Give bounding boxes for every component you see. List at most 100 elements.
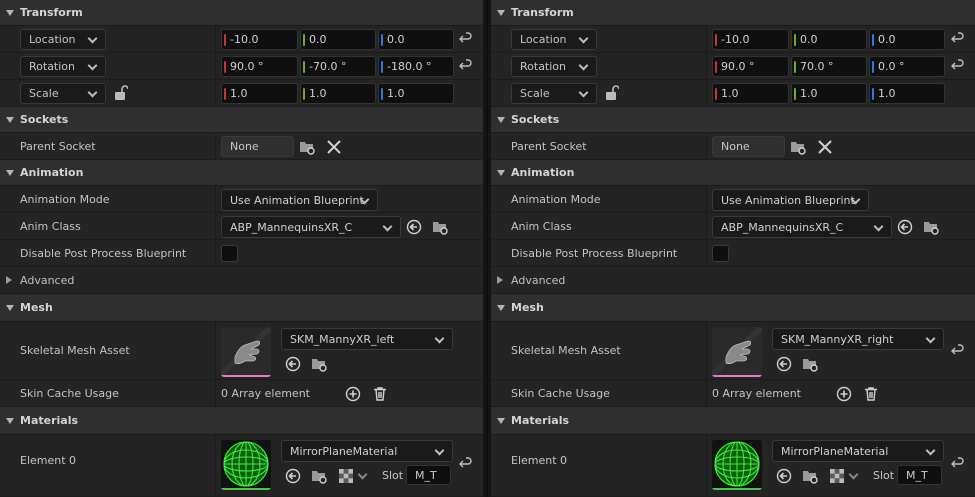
- rotation-y-field[interactable]: 70.0 °: [791, 56, 867, 77]
- property-label: Animation Mode: [20, 192, 110, 206]
- texture-checker-icon[interactable]: [338, 468, 354, 484]
- reset-to-default-icon[interactable]: [459, 59, 473, 73]
- scale-mode-dropdown[interactable]: Scale: [511, 83, 597, 104]
- parent-socket-value[interactable]: None: [221, 136, 294, 157]
- scale-z-field[interactable]: 1.0: [378, 83, 454, 104]
- use-selected-icon[interactable]: [406, 219, 422, 235]
- chevron-down-icon: [578, 60, 589, 71]
- property-row-disable-post-process: Disable Post Process Blueprint: [0, 240, 483, 267]
- browse-folder-icon[interactable]: [432, 219, 448, 235]
- material-thumbnail[interactable]: [221, 440, 271, 490]
- property-label: Element 0: [20, 453, 77, 467]
- advanced-expander[interactable]: Advanced: [0, 267, 483, 294]
- rotation-z-field[interactable]: -180.0 °: [378, 56, 454, 77]
- disable-post-process-checkbox[interactable]: [712, 245, 729, 262]
- slot-name-field[interactable]: M_T: [406, 465, 451, 485]
- animation-mode-dropdown[interactable]: Use Animation Blueprint: [221, 189, 378, 211]
- use-selected-icon[interactable]: [285, 356, 301, 372]
- disable-post-process-checkbox[interactable]: [221, 245, 238, 262]
- anim-class-dropdown[interactable]: ABP_MannequinsXR_C: [221, 216, 401, 238]
- location-x-field[interactable]: -10.0: [221, 29, 298, 50]
- location-mode-dropdown[interactable]: Location: [511, 29, 597, 50]
- reset-to-default-icon[interactable]: [951, 457, 965, 471]
- material-thumbnail[interactable]: [712, 440, 762, 490]
- location-y-field[interactable]: 0.0: [300, 29, 376, 50]
- unlock-icon[interactable]: [114, 85, 128, 101]
- rotation-mode-dropdown[interactable]: Rotation: [511, 56, 597, 77]
- location-z-field[interactable]: 0.0: [378, 29, 454, 50]
- section-header-materials[interactable]: Materials: [0, 407, 483, 435]
- mesh-thumbnail[interactable]: [712, 327, 762, 377]
- add-element-icon[interactable]: [345, 386, 361, 402]
- section-header-transform[interactable]: Transform: [491, 0, 975, 26]
- anim-class-dropdown[interactable]: ABP_MannequinsXR_C: [712, 216, 892, 238]
- section-header-materials[interactable]: Materials: [491, 407, 975, 435]
- section-header-mesh[interactable]: Mesh: [491, 294, 975, 322]
- material-dropdown[interactable]: MirrorPlaneMaterial: [772, 440, 944, 462]
- section-header-animation[interactable]: Animation: [0, 160, 483, 186]
- clear-icon[interactable]: [326, 139, 342, 155]
- scale-mode-dropdown[interactable]: Scale: [20, 83, 106, 104]
- scale-z-field[interactable]: 1.0: [869, 83, 945, 104]
- chevron-down-icon[interactable]: [848, 469, 859, 480]
- reset-to-default-icon[interactable]: [951, 32, 965, 46]
- reset-to-default-icon[interactable]: [951, 344, 965, 358]
- browse-folder-icon[interactable]: [311, 468, 327, 484]
- location-x-field[interactable]: -10.0: [712, 29, 789, 50]
- property-row-rotation: Rotation 90.0 ° -70.0 ° -180.0 °: [0, 53, 483, 80]
- delete-icon[interactable]: [863, 386, 879, 402]
- field-value: -10.0: [721, 33, 750, 46]
- browse-folder-icon[interactable]: [311, 356, 327, 372]
- scale-x-field[interactable]: 1.0: [712, 83, 789, 104]
- browse-folder-icon[interactable]: [790, 139, 806, 155]
- property-row-scale: Scale 1.0 1.0 1.0: [491, 80, 975, 107]
- reset-to-default-icon[interactable]: [459, 32, 473, 46]
- slot-name-field[interactable]: M_T: [897, 465, 942, 485]
- animation-mode-dropdown[interactable]: Use Animation Blueprint: [712, 189, 869, 211]
- reset-to-default-icon[interactable]: [459, 457, 473, 471]
- skeletal-mesh-dropdown[interactable]: SKM_MannyXR_left: [281, 328, 453, 350]
- location-y-field[interactable]: 0.0: [791, 29, 867, 50]
- panel-splitter[interactable]: [483, 0, 491, 497]
- use-selected-icon[interactable]: [776, 356, 792, 372]
- material-dropdown[interactable]: MirrorPlaneMaterial: [281, 440, 453, 462]
- unlock-icon[interactable]: [605, 85, 619, 101]
- rotation-z-field[interactable]: 0.0 °: [869, 56, 945, 77]
- section-header-transform[interactable]: Transform: [0, 0, 483, 26]
- rotation-mode-dropdown[interactable]: Rotation: [20, 56, 106, 77]
- section-header-sockets[interactable]: Sockets: [491, 107, 975, 133]
- slot-label: Slot: [873, 469, 895, 482]
- use-selected-icon[interactable]: [776, 468, 792, 484]
- mesh-thumbnail[interactable]: [221, 327, 271, 377]
- location-z-field[interactable]: 0.0: [869, 29, 945, 50]
- clear-icon[interactable]: [817, 139, 833, 155]
- reset-to-default-icon[interactable]: [951, 59, 965, 73]
- rotation-y-field[interactable]: -70.0 °: [300, 56, 376, 77]
- scale-x-field[interactable]: 1.0: [221, 83, 298, 104]
- rotation-x-field[interactable]: 90.0 °: [712, 56, 789, 77]
- delete-icon[interactable]: [372, 386, 388, 402]
- browse-folder-icon[interactable]: [299, 139, 315, 155]
- property-label: Skeletal Mesh Asset: [20, 344, 130, 357]
- scale-y-field[interactable]: 1.0: [300, 83, 376, 104]
- section-header-animation[interactable]: Animation: [491, 160, 975, 186]
- browse-folder-icon[interactable]: [802, 468, 818, 484]
- section-header-mesh[interactable]: Mesh: [0, 294, 483, 322]
- advanced-expander[interactable]: Advanced: [491, 267, 975, 294]
- rotation-x-field[interactable]: 90.0 °: [221, 56, 298, 77]
- skeletal-mesh-dropdown[interactable]: SKM_MannyXR_right: [772, 328, 944, 350]
- field-value: None: [230, 140, 259, 153]
- texture-checker-icon[interactable]: [829, 468, 845, 484]
- browse-folder-icon[interactable]: [923, 219, 939, 235]
- scale-y-field[interactable]: 1.0: [791, 83, 867, 104]
- use-selected-icon[interactable]: [285, 468, 301, 484]
- property-row-rotation: Rotation 90.0 ° 70.0 ° 0.0 °: [491, 53, 975, 80]
- use-selected-icon[interactable]: [897, 219, 913, 235]
- add-element-icon[interactable]: [836, 386, 852, 402]
- browse-folder-icon[interactable]: [802, 356, 818, 372]
- location-mode-dropdown[interactable]: Location: [20, 29, 106, 50]
- parent-socket-value[interactable]: None: [712, 136, 785, 157]
- chevron-down-icon[interactable]: [357, 469, 368, 480]
- field-value: M_T: [415, 468, 437, 482]
- section-header-sockets[interactable]: Sockets: [0, 107, 483, 133]
